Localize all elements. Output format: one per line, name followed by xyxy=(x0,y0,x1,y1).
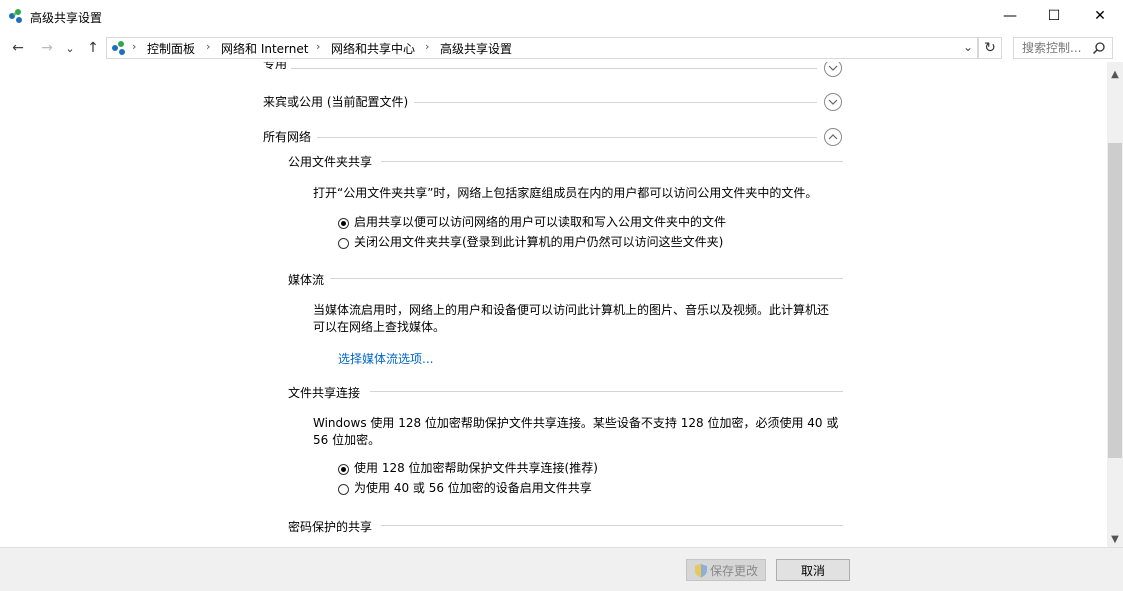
expand-private-button[interactable] xyxy=(824,62,842,77)
public-folder-description: 打开“公用文件夹共享”时，网络上包括家庭组成员在内的用户都可以访问公用文件夹中的… xyxy=(313,186,818,200)
public-folder-off-radio[interactable] xyxy=(338,238,349,249)
divider xyxy=(317,137,817,138)
title-bar xyxy=(0,0,1123,32)
breadcrumb-control-panel[interactable]: 控制面板 xyxy=(147,40,195,57)
save-changes-label: 保存更改 xyxy=(709,563,758,578)
encryption-40-56-label[interactable]: 为使用 40 或 56 位加密的设备启用文件共享 xyxy=(354,480,592,497)
media-description-line2: 可以在网络上查找媒体。 xyxy=(313,320,446,334)
public-folder-off-label[interactable]: 关闭公用文件夹共享(登录到此计算机的用户仍然可以访问这些文件夹) xyxy=(354,234,723,251)
password-sharing-heading: 密码保护的共享 xyxy=(288,520,373,534)
breadcrumb-separator: › xyxy=(316,40,321,53)
media-streaming-options-link[interactable]: 选择媒体流选项... xyxy=(338,350,433,367)
cancel-button[interactable]: 取消 xyxy=(776,559,850,581)
shield-icon xyxy=(694,563,707,577)
media-streaming-heading: 媒体流 xyxy=(288,273,325,287)
divider xyxy=(330,278,843,279)
search-icon xyxy=(1092,42,1105,55)
collapse-all-networks-button[interactable] xyxy=(824,128,842,146)
public-folder-on-radio[interactable] xyxy=(338,218,349,229)
public-folder-on-label[interactable]: 启用共享以便可以访问网络的用户可以读取和写入公用文件夹中的文件 xyxy=(354,214,726,231)
scroll-up-arrow-icon[interactable]: ▲ xyxy=(1107,66,1123,82)
profile-all-networks-heading[interactable]: 所有网络 xyxy=(263,128,311,145)
divider xyxy=(381,525,843,526)
breadcrumb-network-sharing-center[interactable]: 网络和共享中心 xyxy=(331,40,415,57)
footer-bar xyxy=(0,547,1123,591)
settings-content: 专用 来宾或公用 (当前配置文件) 所有网络 公用文件夹共享 打开“公用文件夹共… xyxy=(0,62,1107,547)
scroll-down-arrow-icon[interactable]: ▼ xyxy=(1107,531,1123,547)
chevron-down-icon xyxy=(828,65,838,71)
divider xyxy=(381,161,843,162)
divider xyxy=(370,391,843,392)
breadcrumb-network-internet[interactable]: 网络和 Internet xyxy=(221,40,308,57)
encryption-128-label[interactable]: 使用 128 位加密帮助保护文件共享连接(推荐) xyxy=(354,460,598,477)
network-icon xyxy=(112,41,125,55)
save-changes-button[interactable]: 保存更改 xyxy=(686,559,766,581)
window-title: 高级共享设置 xyxy=(30,11,103,25)
back-button[interactable]: ← xyxy=(8,38,28,58)
breadcrumb-separator: › xyxy=(132,40,137,53)
divider xyxy=(291,68,817,69)
search-box[interactable] xyxy=(1013,37,1113,59)
address-dropdown-button[interactable]: ⌄ xyxy=(963,40,973,54)
search-input[interactable] xyxy=(1014,38,1102,58)
maximize-button[interactable]: ☐ xyxy=(1031,0,1077,32)
breadcrumb-advanced-sharing[interactable]: 高级共享设置 xyxy=(440,40,512,57)
file-sharing-description-line1: Windows 使用 128 位加密帮助保护文件共享连接。某些设备不支持 128… xyxy=(313,416,839,430)
minimize-button[interactable]: — xyxy=(987,0,1033,32)
expand-guest-public-button[interactable] xyxy=(824,93,842,111)
encryption-40-56-radio[interactable] xyxy=(338,484,349,495)
chevron-up-icon xyxy=(828,134,838,140)
chevron-down-icon xyxy=(828,99,838,105)
profile-guest-public-heading[interactable]: 来宾或公用 (当前配置文件) xyxy=(263,93,408,110)
file-sharing-heading: 文件共享连接 xyxy=(288,386,361,400)
recent-locations-button[interactable]: ⌄ xyxy=(63,38,77,58)
close-button[interactable]: ✕ xyxy=(1077,0,1123,32)
up-button[interactable]: ↑ xyxy=(83,38,103,58)
refresh-button[interactable]: ↻ xyxy=(978,37,1002,59)
forward-button[interactable]: → xyxy=(37,38,57,58)
public-folder-heading: 公用文件夹共享 xyxy=(288,155,373,169)
media-description-line1: 当媒体流启用时，网络上的用户和设备便可以访问此计算机上的图片、音乐以及视频。此计… xyxy=(313,303,830,317)
file-sharing-description-line2: 56 位加密。 xyxy=(313,433,381,447)
network-icon xyxy=(9,9,22,23)
divider xyxy=(414,102,817,103)
encryption-128-radio[interactable] xyxy=(338,464,349,475)
scrollbar-thumb[interactable] xyxy=(1108,143,1122,458)
breadcrumb-separator: › xyxy=(206,40,211,53)
breadcrumb-separator: › xyxy=(425,40,430,53)
profile-private-heading[interactable]: 专用 xyxy=(263,62,287,72)
